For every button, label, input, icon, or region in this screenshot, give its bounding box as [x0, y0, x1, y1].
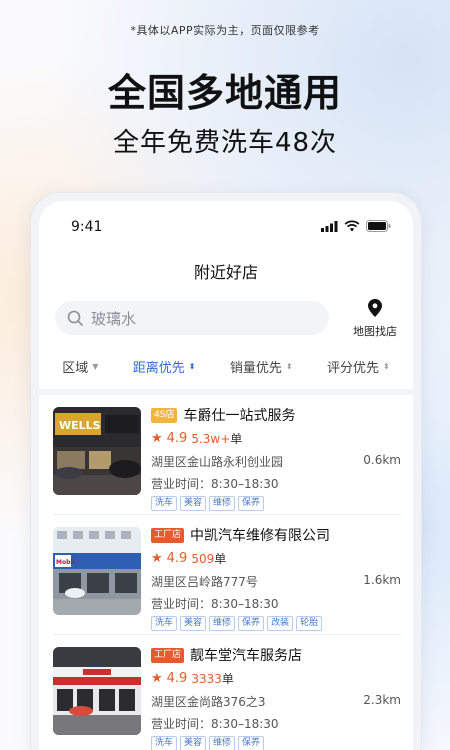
page-title: 附近好店 [193, 263, 258, 282]
disclaimer-text: *具体以APP实际为主，页面仅限参考 [130, 24, 320, 37]
promo-subline: 全年免费洗车48次 [112, 128, 338, 158]
shop-orders: 5.3w+单 [191, 430, 242, 447]
service-tag: 保养 [238, 616, 265, 631]
search-icon [67, 310, 83, 326]
status-time: 9:41 [71, 219, 103, 235]
shop-info: 工厂店 中凯汽车维修有限公司 ★ 4.9 509单 湖里区吕岭路777号 1.6… [151, 525, 401, 631]
service-tag: 轮胎 [296, 616, 323, 631]
shop-name: 车爵仕一站式服务 [183, 408, 296, 424]
promo-headline: 全国多地通用 [107, 71, 342, 115]
shop-distance: 0.6km [363, 453, 401, 467]
orders-count: 3333 [191, 671, 222, 686]
service-tag: 美容 [180, 736, 207, 750]
filter-distance[interactable]: 距离优先 ⬍ [133, 357, 196, 376]
shop-address: 湖里区金山路永利创业园 [151, 455, 284, 469]
shop-info: 4S店 车爵仕一站式服务 ★ 4.9 5.3w+单 湖里区金山路永利创业园 0.… [151, 405, 401, 511]
service-tag: 美容 [180, 496, 207, 511]
shop-hours: 营业时间：8:30–18:30 [151, 717, 279, 731]
shop-hours: 营业时间：8:30–18:30 [151, 597, 279, 611]
shop-type-badge: 工厂店 [151, 527, 185, 543]
shop-tags: 洗车 美容 维修 保养 [151, 736, 401, 750]
filter-sales[interactable]: 销量优先 ⬍ [230, 357, 293, 376]
shop-distance: 1.6km [363, 573, 401, 587]
status-icons [321, 220, 391, 232]
shop-rating: 4.9 [166, 430, 188, 446]
shop-info: 工厂店 靓车堂汽车服务店 ★ 4.9 3333单 湖里区金尚路376之3 2.3… [151, 645, 401, 750]
shop-rating: 4.9 [166, 550, 188, 566]
shop-name: 靓车堂汽车服务店 [190, 648, 303, 664]
sort-icon: ⬍ [188, 361, 196, 371]
filter-label: 评分优先 [327, 360, 380, 376]
shop-tags: 洗车 美容 维修 保养 改装 轮胎 [151, 616, 401, 631]
list-item[interactable]: 工厂店 靓车堂汽车服务店 ★ 4.9 3333单 湖里区金尚路376之3 2.3… [53, 635, 401, 750]
map-button-label: 地图找店 [353, 325, 397, 338]
battery-icon [366, 220, 391, 232]
svg-text:WELLS: WELLS [59, 419, 101, 432]
phone-screen: 9:41 附近好店 玻璃水 地图找店 区域 ▼ 距离优先 ⬍ 销量优先 ⬍ 评分… [39, 201, 413, 750]
wifi-icon [344, 220, 360, 232]
orders-suffix: 单 [221, 671, 234, 686]
shop-address: 湖里区金尚路376之3 [151, 695, 266, 709]
filter-region[interactable]: 区域 ▼ [62, 357, 98, 376]
shop-photo: WELLS [53, 407, 141, 495]
service-tag: 洗车 [151, 496, 178, 511]
service-tag: 维修 [209, 736, 236, 750]
map-find-store-button[interactable]: 地图找店 [349, 299, 401, 339]
service-tag: 维修 [209, 616, 236, 631]
list-item[interactable]: Mobil 工厂店 中凯汽车维修有限公司 ★ 4.9 509单 湖里区吕岭路77… [53, 515, 401, 635]
star-icon: ★ [151, 670, 163, 686]
search-row: 玻璃水 地图找店 [55, 299, 401, 339]
shop-tags: 洗车 美容 维修 保养 [151, 496, 401, 511]
filter-label: 销量优先 [229, 360, 282, 376]
service-tag: 美容 [180, 616, 207, 631]
filter-rating[interactable]: 评分优先 ⬍ [327, 357, 390, 376]
shop-distance: 2.3km [363, 693, 401, 707]
phone-mockup: 9:41 附近好店 玻璃水 地图找店 区域 ▼ 距离优先 ⬍ 销量优先 ⬍ 评分… [30, 192, 422, 750]
orders-count: 5.3w+ [191, 431, 231, 446]
orders-count: 509 [191, 551, 215, 566]
star-icon: ★ [151, 430, 163, 446]
list-item[interactable]: WELLS 4S店 车爵仕一站式服务 ★ 4.9 5.3w+单 湖里区金山路永利… [53, 395, 401, 515]
shop-rating: 4.9 [166, 670, 188, 686]
shop-type-badge: 4S店 [151, 407, 178, 423]
filter-label: 距离优先 [132, 360, 185, 376]
search-placeholder: 玻璃水 [91, 309, 137, 328]
service-tag: 洗车 [151, 616, 178, 631]
shop-address: 湖里区吕岭路777号 [151, 575, 258, 589]
orders-suffix: 单 [230, 431, 243, 446]
filter-label: 区域 [62, 360, 89, 376]
shop-photo: Mobil [53, 527, 141, 615]
shop-name: 中凯汽车维修有限公司 [190, 528, 331, 544]
search-input[interactable]: 玻璃水 [55, 301, 329, 335]
caret-down-icon: ▼ [92, 361, 99, 371]
orders-suffix: 单 [214, 551, 227, 566]
shop-list: WELLS 4S店 车爵仕一站式服务 ★ 4.9 5.3w+单 湖里区金山路永利… [39, 389, 413, 750]
shop-orders: 509单 [191, 550, 226, 567]
sort-icon: ⬍ [383, 361, 390, 371]
signal-icon [321, 220, 338, 232]
shop-type-badge: 工厂店 [151, 647, 185, 663]
service-tag: 保养 [238, 496, 265, 511]
filter-bar: 区域 ▼ 距离优先 ⬍ 销量优先 ⬍ 评分优先 ⬍ [39, 351, 413, 381]
shop-photo [53, 647, 141, 735]
star-icon: ★ [151, 550, 163, 566]
map-pin-icon [368, 299, 382, 317]
status-bar: 9:41 [39, 201, 413, 241]
service-tag: 维修 [209, 496, 236, 511]
service-tag: 改装 [267, 616, 294, 631]
shop-orders: 3333单 [191, 670, 234, 687]
shop-hours: 营业时间：8:30–18:30 [151, 477, 279, 491]
svg-text:Mobil: Mobil [56, 559, 75, 566]
service-tag: 洗车 [151, 736, 178, 750]
sort-icon: ⬍ [285, 361, 293, 371]
service-tag: 保养 [238, 736, 265, 750]
shop-list-card: WELLS 4S店 车爵仕一站式服务 ★ 4.9 5.3w+单 湖里区金山路永利… [39, 395, 413, 750]
